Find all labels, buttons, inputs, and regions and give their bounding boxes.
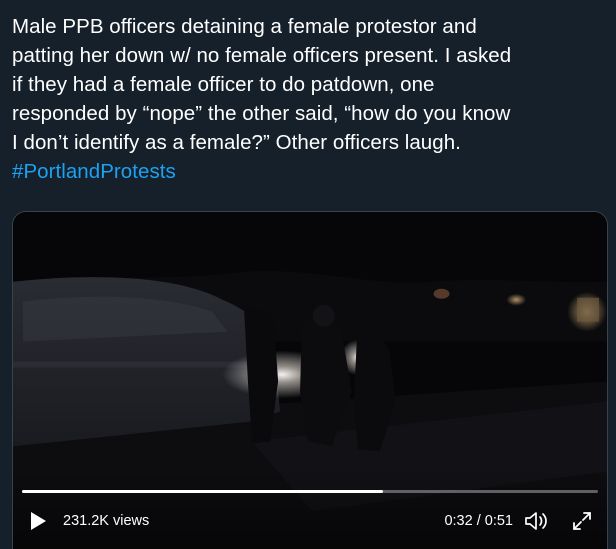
volume-icon [525,512,547,530]
play-icon [31,512,46,530]
fullscreen-button[interactable] [571,510,593,532]
fullscreen-icon [573,512,591,530]
view-count: 231.2K views [63,513,150,529]
video-player[interactable]: 231.2K views 0:32 / 0:51 [12,211,608,549]
hashtag-link[interactable]: #PortlandProtests [12,157,608,186]
controls-overlay [13,469,607,549]
tweet-text-line: if they had a female officer to do patdo… [12,73,435,96]
volume-button[interactable] [524,510,550,532]
tweet-text-line: patting her down w/ no female officers p… [12,44,512,67]
tweet-text-line: Male PPB officers detaining a female pro… [12,15,477,38]
tweet-text: Male PPB officers detaining a female pro… [12,12,608,186]
playback-time: 0:32 / 0:51 [444,513,513,529]
progress-bar[interactable] [22,490,598,493]
play-button[interactable] [27,510,49,532]
progress-fill [22,490,384,493]
tweet-text-line: I don’t identify as a female?” Other off… [12,131,461,154]
tweet-text-line: responded by “nope” the other said, “how… [12,102,511,125]
